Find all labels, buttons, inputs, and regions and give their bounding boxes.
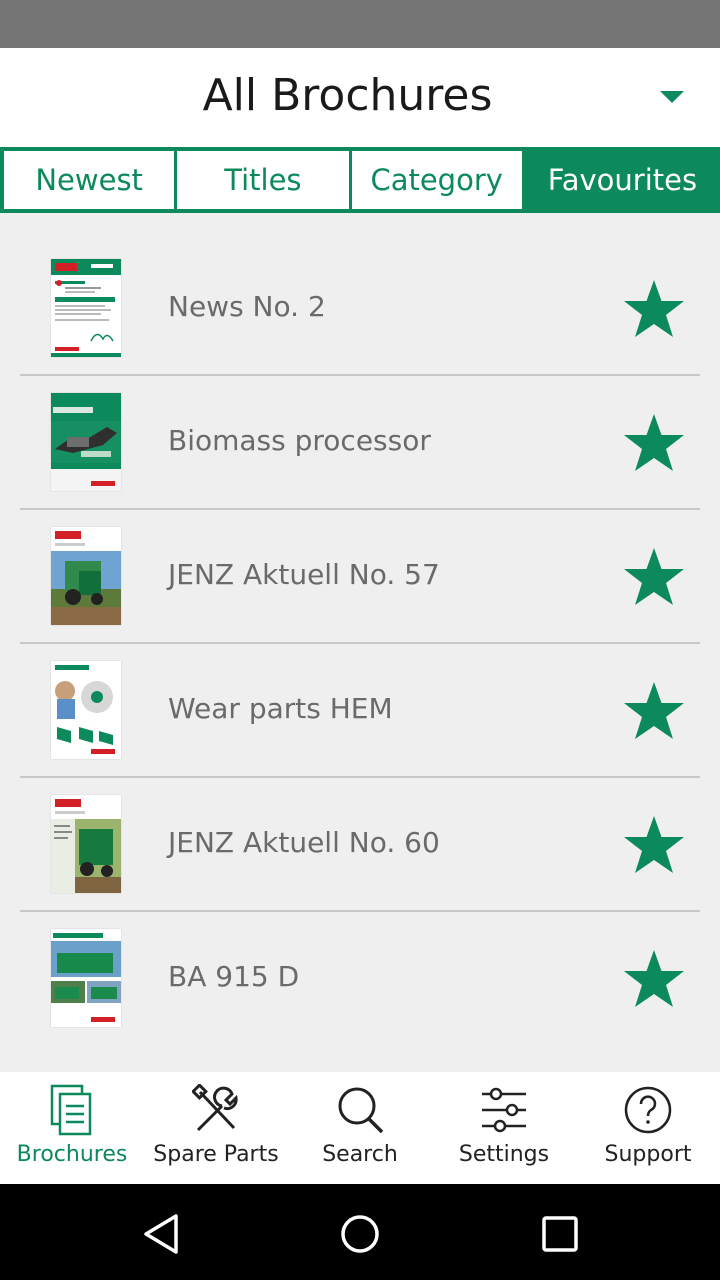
- search-icon: [338, 1087, 384, 1134]
- header: All Brochures: [0, 48, 720, 147]
- nav-support[interactable]: Support: [576, 1072, 720, 1184]
- list-item[interactable]: Wear parts HEM: [20, 644, 700, 778]
- back-icon[interactable]: [140, 1212, 184, 1256]
- star-icon[interactable]: [622, 948, 686, 1010]
- star-icon[interactable]: [622, 680, 686, 742]
- list-item[interactable]: Biomass processor: [20, 376, 700, 510]
- brochure-title: News No. 2: [168, 290, 326, 323]
- status-bar: [0, 0, 720, 48]
- brochure-thumbnail: [51, 661, 121, 759]
- recents-icon[interactable]: [538, 1212, 582, 1256]
- nav-label: Spare Parts: [153, 1142, 279, 1167]
- brochure-title: Biomass processor: [168, 424, 431, 457]
- list-item[interactable]: BA 915 D: [20, 912, 700, 1046]
- page-title: All Brochures: [202, 70, 493, 121]
- tab-newest[interactable]: Newest: [4, 151, 175, 209]
- list-item[interactable]: JENZ Aktuell No. 57: [20, 510, 700, 644]
- nav-label: Brochures: [16, 1142, 128, 1167]
- nav-settings[interactable]: Settings: [432, 1072, 576, 1184]
- system-navigation-bar: [0, 1184, 720, 1280]
- tools-icon: [192, 1084, 238, 1132]
- tab-category[interactable]: Category: [351, 151, 522, 209]
- nav-brochures[interactable]: Brochures: [0, 1072, 144, 1184]
- brochure-thumbnail: [51, 795, 121, 893]
- tab-favourites[interactable]: Favourites: [524, 151, 720, 209]
- nav-spare-parts[interactable]: Spare Parts: [144, 1072, 288, 1184]
- brochure-title: BA 915 D: [168, 960, 300, 993]
- brochure-thumbnail: [51, 929, 121, 1027]
- star-icon[interactable]: [622, 546, 686, 608]
- nav-label: Search: [322, 1142, 398, 1167]
- brochure-thumbnail: [51, 527, 121, 625]
- chevron-down-icon[interactable]: [660, 91, 684, 103]
- nav-search[interactable]: Search: [288, 1072, 432, 1184]
- star-icon[interactable]: [622, 412, 686, 474]
- home-icon[interactable]: [338, 1212, 382, 1256]
- help-icon: [624, 1086, 672, 1134]
- list-item[interactable]: JENZ Aktuell No. 60: [20, 778, 700, 912]
- sliders-icon: [482, 1087, 526, 1133]
- brochure-thumbnail: [51, 393, 121, 491]
- brochure-title: JENZ Aktuell No. 57: [168, 558, 440, 591]
- nav-label: Support: [604, 1142, 692, 1167]
- bottom-navigation: Brochures Spare Parts Search Settings Su…: [0, 1072, 720, 1184]
- star-icon[interactable]: [622, 278, 686, 340]
- list-item[interactable]: News No. 2: [20, 242, 700, 376]
- tab-titles[interactable]: Titles: [177, 151, 349, 209]
- brochure-thumbnail: [51, 259, 121, 357]
- star-icon[interactable]: [622, 814, 686, 876]
- document-icon: [50, 1084, 92, 1136]
- brochure-list: News No. 2 Biomass processor JENZ Aktuel…: [20, 242, 700, 1046]
- nav-label: Settings: [458, 1142, 550, 1167]
- brochure-title: Wear parts HEM: [168, 692, 393, 725]
- brochure-title: JENZ Aktuell No. 60: [168, 826, 440, 859]
- tab-bar: Newest Titles Category Favourites: [0, 147, 720, 213]
